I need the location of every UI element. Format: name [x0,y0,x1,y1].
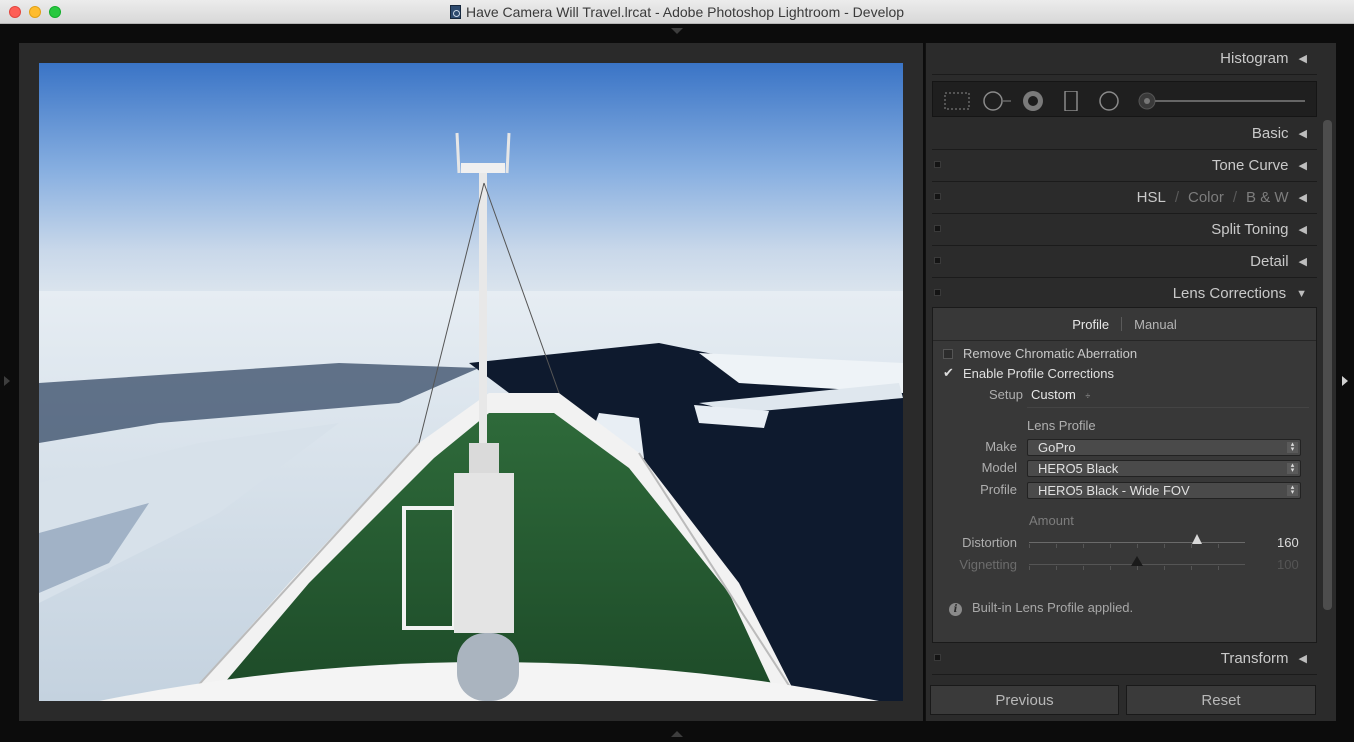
color-tab[interactable]: Color [1188,189,1224,206]
detail-header[interactable]: Detail ◀ [932,246,1317,278]
ship-bow-photo [39,63,903,701]
panel-scrollbar[interactable] [1323,120,1332,610]
graduated-filter-tool-icon[interactable] [1061,91,1081,111]
spot-removal-tool-icon[interactable] [981,91,1015,111]
tab-manual[interactable]: Manual [1134,317,1177,332]
distortion-slider-thumb[interactable] [1192,534,1203,544]
vignetting-value[interactable]: 100 [1277,557,1299,572]
remove-chromatic-aberration-checkbox[interactable] [943,349,953,359]
panel-toggle-switch[interactable] [934,225,941,232]
remove-chromatic-aberration-label: Remove Chromatic Aberration [963,346,1138,361]
histogram-label: Histogram [1220,50,1289,67]
amount-heading: Amount [1029,513,1074,528]
collapse-triangle-icon: ◀ [1298,53,1307,65]
info-icon: i [949,603,962,616]
title-bar: Have Camera Will Travel.lrcat - Adobe Ph… [0,0,1354,24]
tool-strip [932,81,1317,117]
distortion-value[interactable]: 160 [1277,535,1299,550]
tab-divider [1121,317,1123,331]
crop-overlay-tool-icon[interactable] [943,91,971,111]
detail-label: Detail [1250,253,1289,270]
collapse-triangle-icon: ◀ [1298,160,1307,172]
stepper-arrows-icon: ▴ ▾ [1287,441,1298,453]
left-panel-toggle-icon[interactable] [4,376,10,386]
collapse-triangle-icon: ◀ [1298,653,1307,665]
lens-corrections-header[interactable]: Lens Corrections ▼ [932,278,1317,310]
make-label: Make [985,439,1017,454]
split-toning-header[interactable]: Split Toning ◀ [932,214,1317,246]
panel-toggle-switch[interactable] [934,257,941,264]
bw-tab[interactable]: B & W [1246,189,1289,206]
window-title: Have Camera Will Travel.lrcat - Adobe Ph… [465,4,905,20]
collapse-triangle-icon: ◀ [1298,192,1307,204]
vignetting-label: Vignetting [959,557,1017,572]
tone-curve-label: Tone Curve [1211,157,1289,174]
tab-profile[interactable]: Profile [1072,317,1109,332]
basic-header[interactable]: Basic ◀ [932,118,1317,150]
red-eye-tool-icon[interactable] [1021,91,1045,111]
transform-header[interactable]: Transform ◀ [932,643,1317,675]
top-panel-toggle-icon[interactable] [671,28,683,34]
enable-profile-corrections-checkbox[interactable]: ✔ [943,365,954,381]
collapse-triangle-icon: ◀ [1298,128,1307,140]
vignetting-slider-thumb[interactable] [1131,556,1143,566]
lens-profile-heading: Lens Profile [1027,418,1096,433]
model-select[interactable]: HERO5 Black ▴ ▾ [1027,460,1301,477]
lens-corrections-label: Lens Corrections [1172,285,1287,302]
reset-button[interactable]: Reset [1126,685,1316,715]
right-panel-toggle-icon[interactable] [1342,376,1348,386]
profile-select[interactable]: HERO5 Black - Wide FOV ▴ ▾ [1027,482,1301,499]
hsl-header[interactable]: HSL / Color / B & W ◀ [932,182,1317,214]
histogram-header[interactable]: Histogram ◀ [932,43,1317,75]
section-divider [1027,407,1309,408]
profile-applied-message: Built-in Lens Profile applied. [972,600,1134,615]
lens-corrections-body: Profile Manual Remove Chromatic Aberrati… [932,307,1317,643]
tone-curve-header[interactable]: Tone Curve ◀ [932,150,1317,182]
distortion-slider-ticks [1029,544,1245,548]
setup-dropdown[interactable]: Custom ÷ [1031,387,1090,402]
setup-label: Setup [989,387,1023,402]
stepper-arrows-icon: ▴ ▾ [1287,484,1298,496]
collapse-triangle-icon: ◀ [1298,224,1307,236]
basic-label: Basic [1251,125,1289,142]
panel-toggle-switch[interactable] [934,654,941,661]
vignetting-slider-ticks [1029,566,1245,570]
photo-image [39,63,903,701]
hsl-tab[interactable]: HSL [1137,189,1166,206]
model-label: Model [981,460,1017,475]
transform-label: Transform [1220,650,1289,667]
enable-profile-corrections-label: Enable Profile Corrections [963,366,1115,381]
panel-toggle-switch[interactable] [934,289,941,296]
profile-label: Profile [980,482,1017,497]
make-select[interactable]: GoPro ▴ ▾ [1027,439,1301,456]
panel-toggle-switch[interactable] [934,161,941,168]
previous-button[interactable]: Previous [930,685,1119,715]
radial-filter-tool-icon[interactable] [1097,91,1121,111]
photo-canvas-area [19,43,923,721]
distortion-slider-track[interactable] [1029,542,1245,543]
distortion-label: Distortion [962,535,1017,550]
bottom-panel-toggle-icon[interactable] [671,731,683,737]
document-icon [449,5,461,19]
collapse-triangle-icon: ◀ [1298,256,1307,268]
lens-corrections-tabs: Profile Manual [933,308,1316,341]
stepper-arrows-icon: ▴ ▾ [1287,462,1298,474]
develop-right-panel: Histogram ◀ Basic ◀ Tone Curve ◀ HSL / C… [925,43,1336,721]
window-title-group: Have Camera Will Travel.lrcat - Adobe Ph… [0,0,1354,24]
split-toning-label: Split Toning [1211,221,1289,238]
panel-toggle-switch[interactable] [934,193,941,200]
adjustment-brush-size-slider[interactable] [1137,91,1309,111]
expanded-triangle-icon: ▼ [1296,287,1307,300]
